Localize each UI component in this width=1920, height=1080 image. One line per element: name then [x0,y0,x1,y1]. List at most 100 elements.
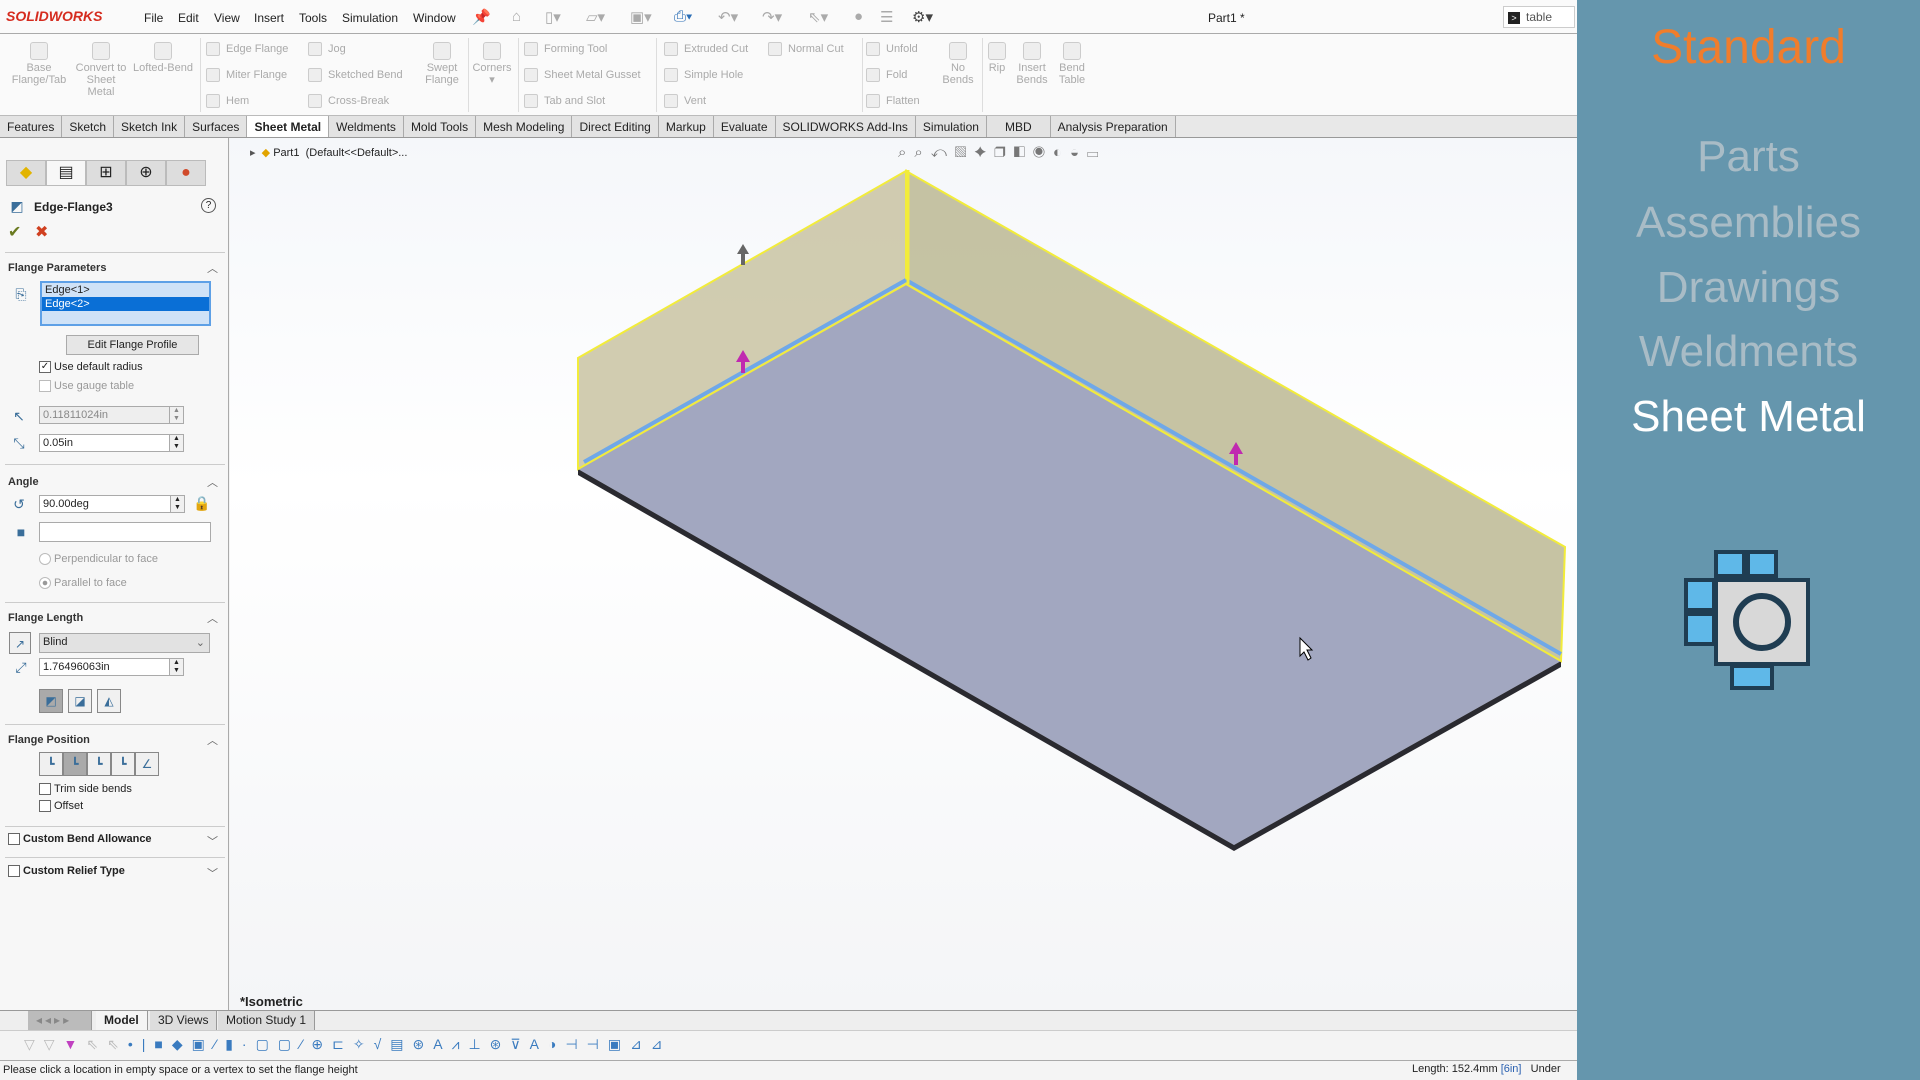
outer-virtual-sharp-button[interactable]: ◩ [39,689,63,713]
filter-axes-icon[interactable]: ⁄▮ [214,1036,242,1052]
tab-model[interactable]: Model [96,1011,148,1030]
display-style-icon[interactable]: ◧ [1014,144,1033,161]
lofted-bend-button[interactable]: Lofted-Bend [130,42,196,74]
flyout-feature-tree[interactable]: ▸ ◆ Part1 (Default<<Default>... [250,146,407,159]
extruded-cut-button[interactable]: Extruded Cut [664,42,748,56]
filter-annotations-icon[interactable]: ✧√▤⊛A⩘⊥⊛⊽A◑ [353,1036,566,1052]
miter-flange-button[interactable]: Miter Flange [206,68,287,82]
tangent-to-bend-button[interactable]: ∠ [135,752,159,776]
flange-angle-field[interactable]: 90.00deg ▲ ▼ [39,495,185,513]
tangent-bend-button[interactable]: ◭ [97,689,121,713]
open-icon[interactable]: ▱▾ [586,8,605,26]
command-search-input[interactable]: > table [1503,6,1575,28]
material-outside-button[interactable]: ┗ [63,752,87,776]
tab-sheet-metal[interactable]: Sheet Metal [247,116,330,137]
redo-icon[interactable]: ↷▾ [762,8,782,26]
tab-evaluate[interactable]: Evaluate [713,116,776,137]
face-selection-field[interactable] [39,522,211,542]
menu-view[interactable]: View [214,11,240,25]
gap-distance-field[interactable]: 0.05in ▲ ▼ [39,434,184,452]
sheet-metal-gusset-button[interactable]: Sheet Metal Gusset [524,68,641,82]
section-angle[interactable]: Angle [8,476,39,488]
previous-view-icon[interactable]: ↶ [931,144,955,161]
menu-tools[interactable]: Tools [299,11,327,25]
section-flange-length[interactable]: Flange Length [8,612,83,624]
pin-icon[interactable]: 📌 [472,8,491,26]
tab-scroll-arrows[interactable]: ◂◂▸▸ [28,1011,92,1030]
bend-table-button[interactable]: Bend Table [1054,42,1090,86]
filter-points-icon[interactable]: ·▢▢ [242,1036,300,1052]
tab-3d-views[interactable]: 3D Views [150,1011,218,1030]
configuration-manager-tab[interactable]: ⊞ [86,160,126,186]
filter-vertices-icon[interactable]: • [128,1036,142,1052]
base-flange-button[interactable]: Base Flange/Tab [8,42,70,86]
rip-button[interactable]: Rip [984,42,1010,74]
filter-toggle-icon[interactable]: ▼ [64,1036,87,1052]
edge-selection-list[interactable]: Edge<1> Edge<2> [40,281,211,326]
menu-edit[interactable]: Edit [178,11,199,25]
filter-sketch-icon[interactable]: ⁄⊕⊏ [300,1036,353,1052]
collapse-chevron-icon[interactable]: ︿ [207,260,218,276]
normal-cut-button[interactable]: Normal Cut [768,42,844,56]
new-document-icon[interactable]: ▯▾ [545,8,561,26]
offset-checkbox[interactable]: Offset [39,800,83,813]
tab-weldments[interactable]: Weldments [329,116,404,137]
tab-mesh-modeling[interactable]: Mesh Modeling [476,116,573,137]
bend-from-virtual-sharp-button[interactable]: ┗ [111,752,135,776]
tab-mold-tools[interactable]: Mold Tools [403,116,477,137]
edit-appearance-icon[interactable]: ◐ [1053,144,1070,161]
filter-misc-icon[interactable]: ⊣⊣▣ [565,1036,630,1052]
reverse-direction-icon[interactable]: ↗ [9,632,31,654]
tab-direct-editing[interactable]: Direct Editing [572,116,659,137]
filter-edges-icon[interactable]: | [142,1036,155,1052]
save-icon[interactable]: ▣▾ [630,8,652,26]
zoom-to-area-icon[interactable]: ⌕ [914,144,930,161]
file-properties-icon[interactable]: ☰ [880,8,893,26]
menu-file[interactable]: File [144,11,163,25]
tab-analysis-preparation[interactable]: Analysis Preparation [1050,116,1176,137]
edge-list-item-selected[interactable]: Edge<2> [42,297,209,311]
convert-to-sheet-metal-button[interactable]: Convert to Sheet Metal [72,42,130,98]
view-settings-icon[interactable]: ▭ [1087,144,1106,161]
select-icon[interactable]: ⇖▾ [808,8,828,26]
vent-button[interactable]: Vent [664,94,706,108]
corners-button[interactable]: Corners ▾ [470,42,514,86]
help-icon[interactable]: ? [201,198,216,213]
expand-chevron-icon[interactable]: ﹀ [207,833,218,849]
filter-faces-icon[interactable]: ■◆▣ [154,1036,213,1052]
property-manager-tab[interactable]: ▤ [46,160,86,186]
tab-sketch[interactable]: Sketch [62,116,115,137]
apply-scene-icon[interactable]: ◒ [1070,144,1087,161]
bend-radius-field[interactable]: 0.11811024in ▲ ▼ [39,406,184,424]
select-arrow-icon[interactable]: ⇖⇖ [86,1036,127,1052]
tab-and-slot-button[interactable]: Tab and Slot [524,94,605,108]
dynamic-annotation-icon[interactable]: ✦ [974,144,994,161]
flatten-button[interactable]: Flatten [866,94,920,108]
bend-outside-button[interactable]: ┗ [87,752,111,776]
tab-mbd[interactable]: MBD [986,116,1051,137]
sketched-bend-button[interactable]: Sketched Bend [308,68,403,82]
print-icon[interactable]: ⎙▾ [674,8,692,25]
hide-show-icon[interactable]: ◉ [1033,144,1053,161]
menu-insert[interactable]: Insert [254,11,284,25]
section-flange-position[interactable]: Flange Position [8,734,90,746]
swept-flange-button[interactable]: Swept Flange [420,42,464,86]
graphics-viewport[interactable] [230,138,1577,1010]
undo-icon[interactable]: ↶▾ [718,8,738,26]
home-icon[interactable]: ⌂ [512,8,521,25]
flange-length-field[interactable]: 1.76496063in ▲ ▼ [39,658,184,676]
collapse-chevron-icon[interactable]: ︿ [207,474,218,490]
jog-button[interactable]: Jog [308,42,346,56]
trim-side-bends-checkbox[interactable]: Trim side bends [39,783,132,796]
menu-simulation[interactable]: Simulation [342,11,398,25]
feature-tree-tab[interactable]: ◆ [6,160,46,186]
unfold-button[interactable]: Unfold [866,42,918,56]
parallel-to-face-radio[interactable]: Parallel to face [39,577,127,590]
menu-window[interactable]: Window [413,11,456,25]
inner-virtual-sharp-button[interactable]: ◪ [68,689,92,713]
no-bends-button[interactable]: No Bends [940,42,976,86]
simple-hole-button[interactable]: Simple Hole [664,68,743,82]
ok-checkmark-icon[interactable]: ✔ [8,222,21,242]
dimxpert-tab[interactable]: ⊕ [126,160,166,186]
edge-flange-button[interactable]: Edge Flange [206,42,288,56]
